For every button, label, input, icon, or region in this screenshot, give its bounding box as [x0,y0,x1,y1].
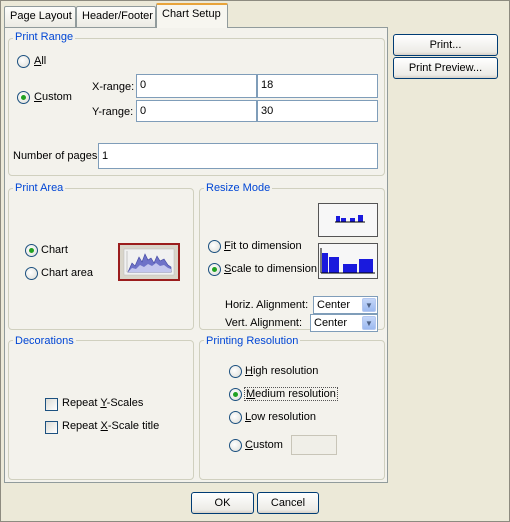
y-range-from-input[interactable]: 0 [136,100,257,122]
area-chart-thumbnail [123,248,175,276]
all-label: All [34,55,47,67]
custom-resolution-radio[interactable] [229,439,242,452]
decorations-title: Decorations [13,335,76,347]
medium-resolution-label: Medium resolution [244,387,338,401]
horiz-alignment-select[interactable]: Center ▼ [313,296,378,314]
scale-to-dimension-label: Scale to dimension [224,263,317,275]
chevron-down-icon[interactable]: ▼ [362,316,376,330]
vert-alignment-label: Vert. Alignment: [225,317,303,329]
chart-radio-dot [29,248,34,253]
tab-chart-setup[interactable]: Chart Setup [156,3,228,28]
horiz-alignment-value: Center [317,299,351,311]
y-range-label: Y-range: [92,106,134,118]
chart-area-label: Chart area [41,267,93,279]
medium-resolution-radio[interactable] [229,388,242,401]
tab-header-footer-label: Header/Footer [82,10,153,22]
print-button[interactable]: Print... [393,34,498,56]
custom-label: Custom [34,91,72,103]
repeat-y-scales-label: Repeat Y-Scales [62,397,144,409]
print-area-title: Print Area [13,182,66,194]
fit-bars-thumbnail [335,215,365,223]
vert-alignment-select[interactable]: Center ▼ [310,314,378,332]
pages-input[interactable]: 1 [98,143,378,169]
printing-resolution-title: Printing Resolution [204,335,301,347]
repeat-y-scales-checkbox[interactable] [45,398,58,411]
print-preview-button[interactable]: Print Preview... [393,57,498,79]
vert-alignment-value: Center [314,317,348,329]
scale-radio-dot [212,267,217,272]
tab-chart-setup-label: Chart Setup [162,8,221,20]
low-resolution-label: Low resolution [245,411,316,423]
high-resolution-radio[interactable] [229,365,242,378]
print-range-title: Print Range [13,31,76,43]
repeat-x-scale-title-label: Repeat X-Scale title [62,420,160,432]
decorations-group [8,340,194,480]
chart-radio[interactable] [25,244,38,257]
scale-bars-thumbnail [320,248,375,274]
ok-button[interactable]: OK [191,492,254,514]
fit-to-dimension-radio[interactable] [208,240,221,253]
x-range-from-input[interactable]: 0 [136,74,257,98]
x-range-label: X-range: [92,81,135,93]
cancel-button[interactable]: Cancel [257,492,319,514]
fit-to-dimension-label: Fit to dimension [224,240,302,252]
y-range-to-input[interactable]: 30 [257,100,378,122]
tab-page-layout-label: Page Layout [10,10,72,22]
pages-label: Number of pages: [13,150,101,162]
high-resolution-label: High resolution [245,365,319,377]
chart-label: Chart [41,244,68,256]
custom-radio-dot [21,95,26,100]
custom-resolution-input[interactable] [291,435,337,455]
repeat-x-scale-title-checkbox[interactable] [45,421,58,434]
horiz-alignment-label: Horiz. Alignment: [225,299,309,311]
all-radio[interactable] [17,55,30,68]
custom-resolution-label: Custom [245,439,283,451]
medium-radio-dot [233,392,238,397]
chevron-down-icon[interactable]: ▼ [362,298,376,312]
scale-preview-icon [318,243,378,279]
low-resolution-radio[interactable] [229,411,242,424]
resize-mode-title: Resize Mode [204,182,273,194]
tab-page-layout[interactable]: Page Layout [4,6,76,27]
chart-area-preview-icon [118,243,180,281]
custom-radio[interactable] [17,91,30,104]
x-range-to-input[interactable]: 18 [257,74,378,98]
scale-to-dimension-radio[interactable] [208,263,221,276]
chart-area-radio[interactable] [25,267,38,280]
printing-resolution-group [199,340,385,480]
tab-header-footer[interactable]: Header/Footer [76,6,156,27]
fit-preview-icon [318,203,378,237]
